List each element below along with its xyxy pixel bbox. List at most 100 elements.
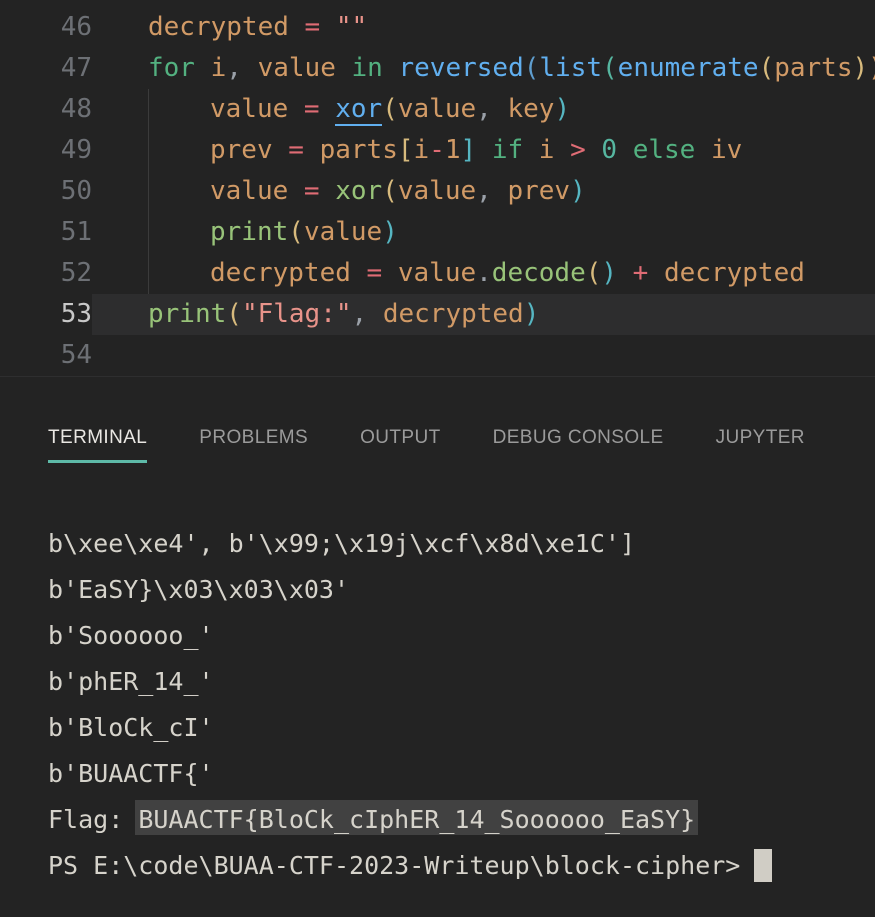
code-line-54[interactable]: 54 [0, 335, 875, 376]
code-content [92, 335, 875, 376]
terminal-text: b'BloCk_cI' [48, 713, 214, 742]
code-line-47[interactable]: 47for i, value in reversed(list(enumerat… [0, 48, 875, 89]
code-token [383, 53, 399, 83]
code-content: prev = parts[i-1] if i > 0 else iv [92, 130, 875, 171]
code-token: i [211, 53, 227, 83]
code-token: ( [288, 217, 304, 247]
line-number: 51 [0, 212, 92, 253]
terminal-cursor [754, 849, 772, 882]
code-token: "" [336, 12, 367, 42]
code-line-52[interactable]: 52decrypted = value.decode() + decrypted [0, 253, 875, 294]
code-token: prev [210, 135, 273, 165]
code-token: = [288, 94, 335, 124]
code-editor[interactable]: 46decrypted = ""47for i, value in revers… [0, 0, 875, 376]
tab-jupyter[interactable]: JUPYTER [716, 427, 805, 463]
code-token: reversed [399, 53, 524, 83]
code-content: value = xor(value, prev) [92, 171, 875, 212]
code-content: decrypted = value.decode() + decrypted [92, 253, 875, 294]
code-token: ) [570, 176, 586, 206]
code-content: print(value) [92, 212, 875, 253]
code-token: iv [711, 135, 742, 165]
terminal-line: b'Soooooo_' [48, 613, 875, 659]
tab-terminal[interactable]: TERMINAL [48, 427, 147, 463]
code-token [476, 135, 492, 165]
code-token: - [429, 135, 445, 165]
code-line-53[interactable]: 53print("Flag:", decrypted) [0, 294, 875, 335]
code-token: ( [226, 299, 242, 329]
line-number: 54 [0, 335, 92, 376]
flag-highlight: BUAACTF{BloCk_cIphER_14_Soooooo_EaSY} [138, 805, 695, 834]
code-token: , [476, 176, 507, 206]
code-line-49[interactable]: 49prev = parts[i-1] if i > 0 else iv [0, 130, 875, 171]
tab-debug-console[interactable]: DEBUG CONSOLE [493, 427, 664, 463]
tab-problems[interactable]: PROBLEMS [199, 427, 308, 463]
code-content: value = xor(value, key) [92, 89, 875, 130]
indent-guide [148, 89, 210, 130]
code-token: enumerate [618, 53, 759, 83]
code-token: ) [382, 217, 398, 247]
code-token: i [414, 135, 430, 165]
code-token: value [210, 94, 288, 124]
code-token: , [352, 299, 383, 329]
code-token: value [398, 258, 476, 288]
code-content: for i, value in reversed(list(enumerate(… [92, 48, 875, 89]
terminal-line: b'phER_14_' [48, 659, 875, 705]
code-token: ] [461, 135, 477, 165]
code-token: key [507, 94, 554, 124]
terminal-text: Flag: [48, 805, 138, 834]
code-token [195, 53, 211, 83]
line-number: 48 [0, 89, 92, 130]
code-token: decrypted [383, 299, 524, 329]
terminal-line: b'BUAACTF{' [48, 751, 875, 797]
code-token: value [210, 176, 288, 206]
code-token: , [476, 94, 507, 124]
code-token: parts [774, 53, 852, 83]
code-token [586, 135, 602, 165]
code-token: decrypted [210, 258, 351, 288]
code-token: print [210, 217, 288, 247]
code-token [617, 135, 633, 165]
line-number: 52 [0, 253, 92, 294]
tab-output[interactable]: OUTPUT [360, 427, 441, 463]
code-token: else [633, 135, 696, 165]
terminal-text: PS E:\code\BUAA-CTF-2023-Writeup\block-c… [48, 851, 740, 880]
line-number: 47 [0, 48, 92, 89]
code-token: ) [554, 94, 570, 124]
code-token: "Flag:" [242, 299, 352, 329]
code-line-48[interactable]: 48value = xor(value, key) [0, 89, 875, 130]
terminal-output[interactable]: b\xee\xe4', b'\x99;\x19j\xcf\x8d\xe1C'] b… [0, 521, 875, 889]
code-token: xor [335, 176, 382, 206]
code-token: ) [601, 258, 617, 288]
code-token: ) [868, 53, 875, 83]
code-token: parts [320, 135, 398, 165]
code-token: ( [524, 53, 540, 83]
code-token: list [539, 53, 602, 83]
terminal-text: b'BUAACTF{' [48, 759, 214, 788]
terminal-text: b'phER_14_' [48, 667, 214, 696]
line-number: 46 [0, 7, 92, 48]
code-token: ) [853, 53, 869, 83]
code-line-50[interactable]: 50value = xor(value, prev) [0, 171, 875, 212]
code-token: print [148, 299, 226, 329]
code-token: decrypted [664, 258, 805, 288]
code-token: value [258, 53, 336, 83]
code-content: decrypted = "" [92, 7, 875, 48]
code-token: 1 [445, 135, 461, 165]
indent-guide [148, 171, 210, 212]
code-token: 0 [601, 135, 617, 165]
code-token: + [617, 258, 664, 288]
code-token: = [351, 258, 398, 288]
bottom-panel: TERMINAL PROBLEMS OUTPUT DEBUG CONSOLE JUPYT… [0, 376, 875, 889]
terminal-text: b'Soooooo_' [48, 621, 214, 650]
code-token: for [148, 53, 195, 83]
terminal-text: b\xee\xe4', b'\x99;\x19j\xcf\x8d\xe1C'] [48, 529, 635, 558]
code-token: = [289, 12, 336, 42]
code-token: ( [382, 94, 398, 124]
code-token [523, 135, 539, 165]
code-line-46[interactable]: 46decrypted = "" [0, 7, 875, 48]
code-token [554, 135, 570, 165]
code-token: i [539, 135, 555, 165]
code-token: ( [382, 176, 398, 206]
code-line-51[interactable]: 51print(value) [0, 212, 875, 253]
code-token [695, 135, 711, 165]
